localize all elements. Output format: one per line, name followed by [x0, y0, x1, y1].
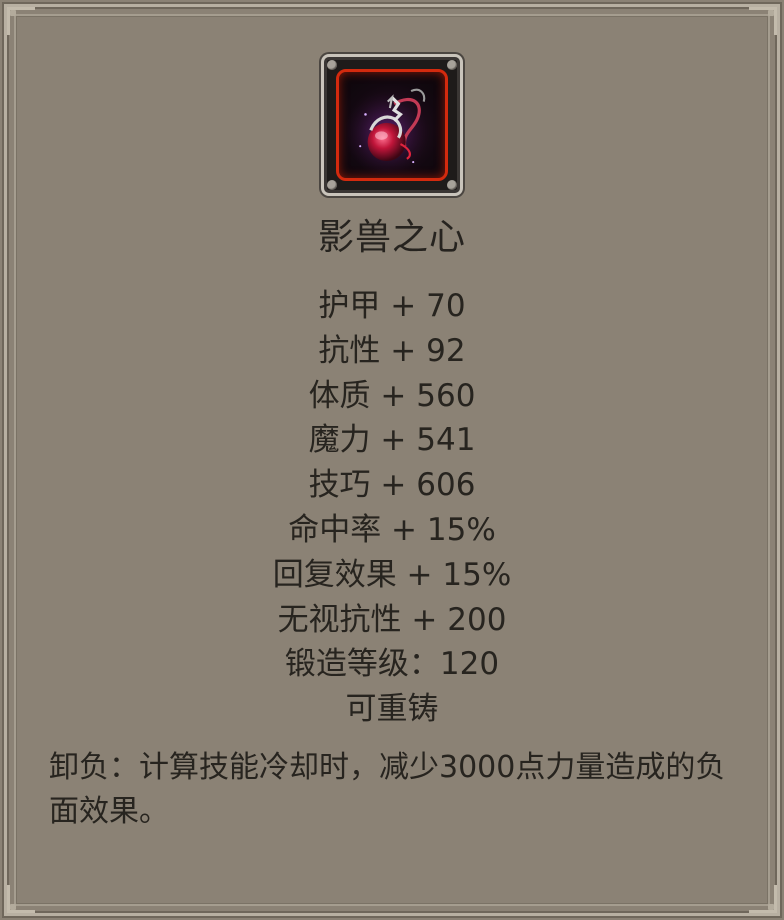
frame-rivet	[10, 10, 16, 16]
stat-hit-rate: 命中率 + 15%	[288, 511, 496, 548]
item-description: 卸负：计算技能冷却时，减少3000点力量造成的负面效果。	[49, 750, 726, 829]
item-stats-list: 护甲 + 70 抗性 + 92 体质 + 560 魔力 + 541 技巧 + 6…	[0, 284, 784, 732]
stat-resistance: 抗性 + 92	[318, 332, 466, 369]
frame-rivet	[768, 10, 774, 16]
dark-beast-heart-icon	[344, 88, 430, 176]
stat-magic: 魔力 + 541	[308, 422, 476, 459]
slot-rivet	[327, 180, 337, 190]
item-icon-frame	[336, 69, 448, 181]
stat-recovery-effect: 回复效果 + 15%	[272, 556, 512, 593]
stat-constitution: 体质 + 560	[308, 377, 476, 414]
stat-reforgeable: 可重铸	[345, 691, 439, 728]
item-icon-slot	[321, 54, 463, 196]
slot-rivet	[447, 180, 457, 190]
stat-ignore-resistance: 无视抗性 + 200	[277, 601, 507, 638]
frame-rivet	[10, 904, 16, 910]
item-tooltip-panel: 影兽之心 护甲 + 70 抗性 + 92 体质 + 560 魔力 + 541 技…	[0, 0, 784, 920]
stat-forge-level: 锻造等级：120	[284, 646, 500, 683]
item-name: 影兽之心	[317, 217, 466, 258]
slot-rivet	[327, 60, 337, 70]
frame-rivet	[768, 904, 774, 910]
stat-armor: 护甲 + 70	[318, 288, 466, 324]
slot-rivet	[447, 60, 457, 70]
stat-skill: 技巧 + 606	[308, 467, 476, 504]
